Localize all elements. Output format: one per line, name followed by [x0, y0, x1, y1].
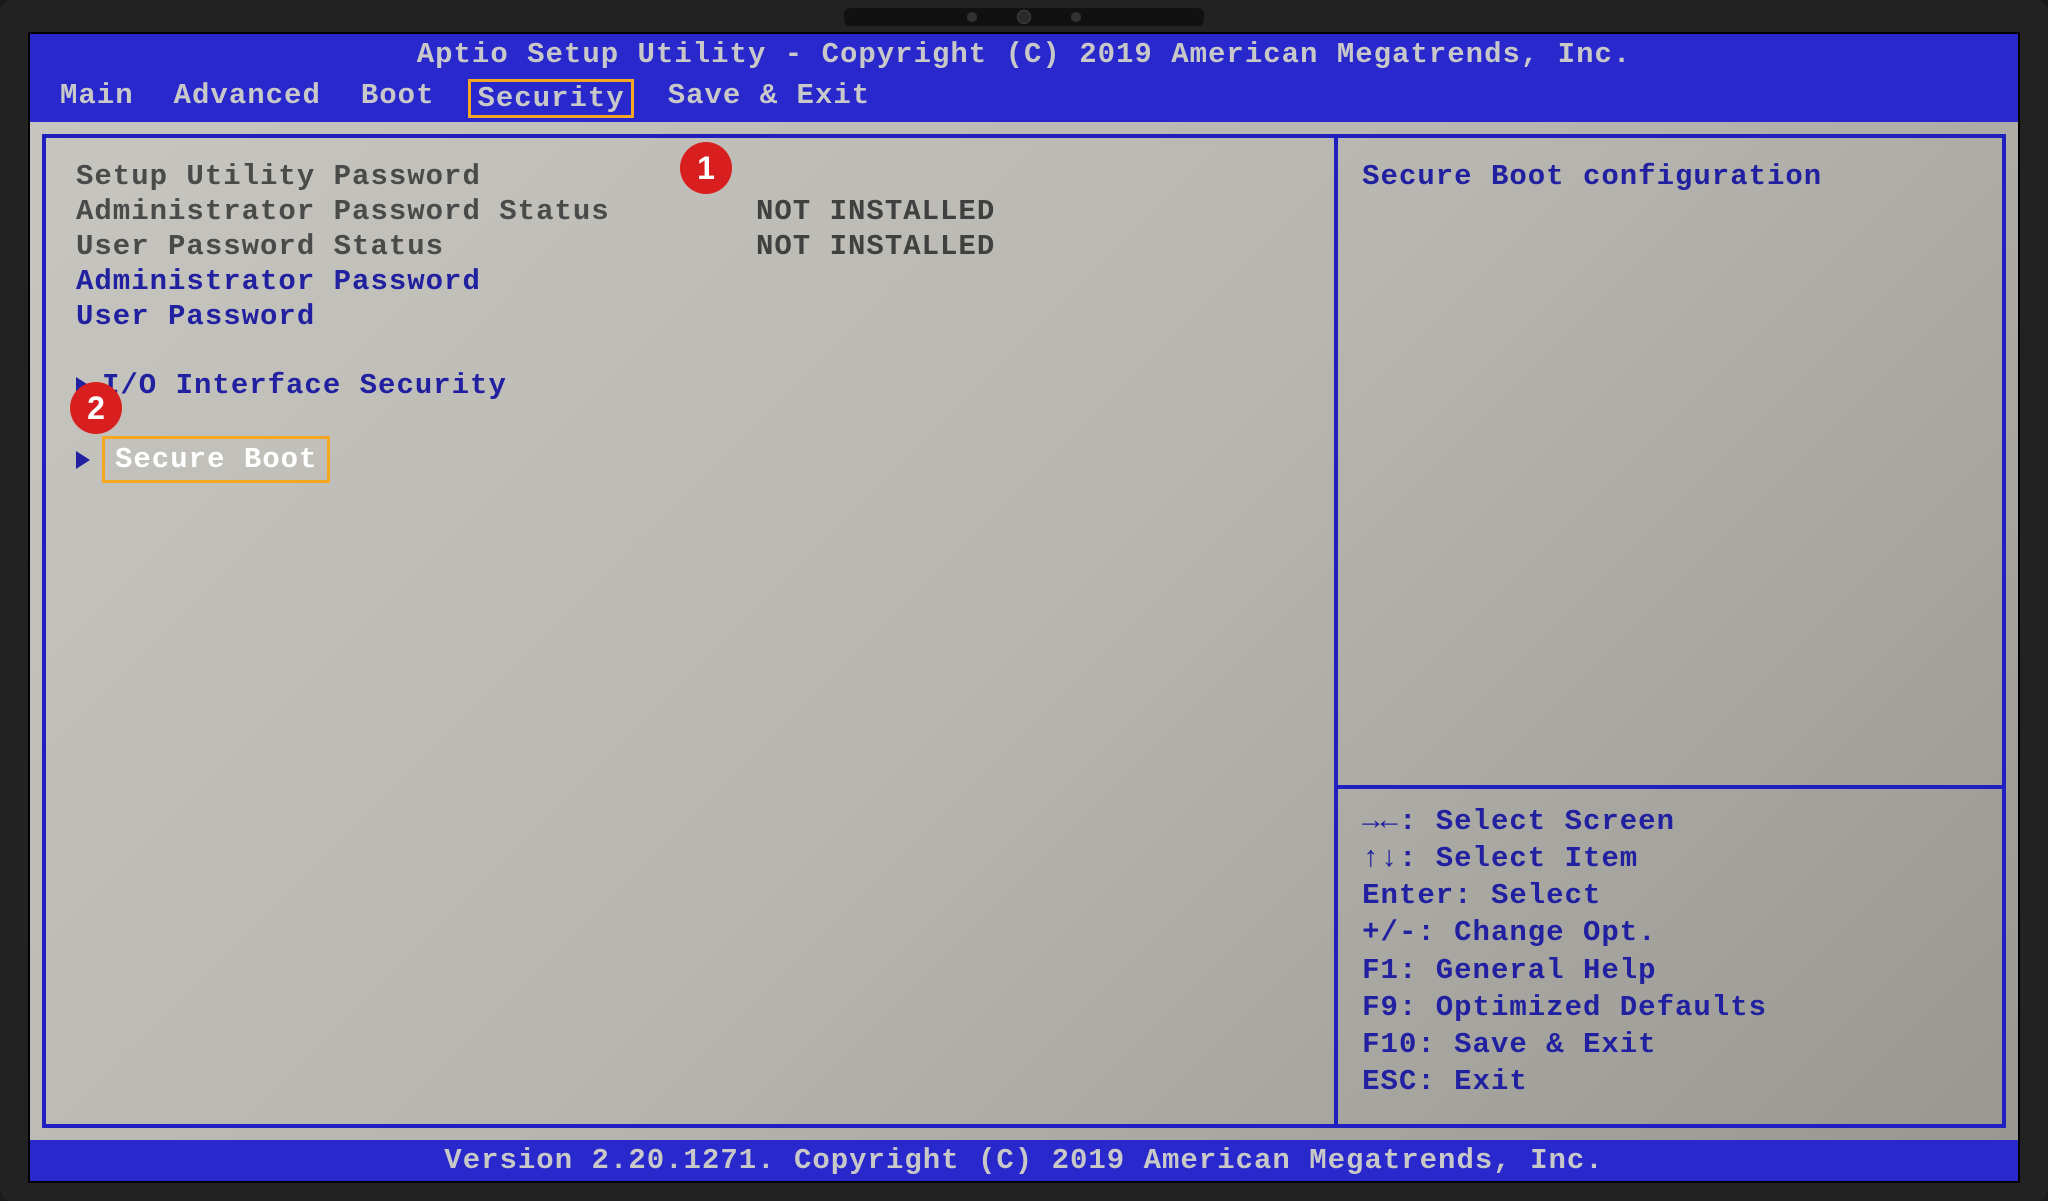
key-f10: F10: Save & Exit: [1362, 1026, 1978, 1063]
tab-security[interactable]: Security: [468, 79, 633, 118]
key-f1: F1: General Help: [1362, 952, 1978, 989]
key-select-item: ↑↓: Select Item: [1362, 840, 1978, 877]
admin-password-item[interactable]: Administrator Password: [76, 265, 756, 298]
tab-advanced[interactable]: Advanced: [168, 79, 327, 118]
key-esc: ESC: Exit: [1362, 1063, 1978, 1100]
io-interface-security-item[interactable]: I/O Interface Security: [76, 369, 1304, 402]
footer-version: Version 2.20.1271. Copyright (C) 2019 Am…: [30, 1140, 2018, 1181]
io-security-label: I/O Interface Security: [102, 369, 507, 402]
user-pw-status-value: NOT INSTALLED: [756, 230, 995, 263]
webcam-bar: [844, 8, 1204, 26]
tab-boot[interactable]: Boot: [355, 79, 441, 118]
webcam-icon: [1017, 10, 1031, 24]
key-select-screen: →←: Select Screen: [1362, 803, 1978, 840]
content-frame: Setup Utility Password Administrator Pas…: [42, 134, 2006, 1128]
admin-pw-status-value: NOT INSTALLED: [756, 195, 995, 228]
help-text: Secure Boot configuration: [1338, 138, 2002, 785]
annotation-callout-2: 2: [70, 382, 122, 434]
submenu-triangle-icon: [76, 451, 90, 469]
key-f9: F9: Optimized Defaults: [1362, 989, 1978, 1026]
tab-save-exit[interactable]: Save & Exit: [662, 79, 876, 118]
side-panel: Secure Boot configuration →←: Select Scr…: [1334, 138, 2002, 1124]
section-title: Setup Utility Password: [76, 160, 756, 193]
sensor-dot-icon: [967, 12, 977, 22]
main-panel: Setup Utility Password Administrator Pas…: [46, 138, 1334, 1124]
key-enter: Enter: Select: [1362, 877, 1978, 914]
laptop-frame: Aptio Setup Utility - Copyright (C) 2019…: [0, 0, 2048, 1201]
user-pw-status-label: User Password Status: [76, 230, 756, 263]
menu-bar: Main Advanced Boot Security Save & Exit: [30, 75, 2018, 122]
key-help: →←: Select Screen ↑↓: Select Item Enter:…: [1338, 785, 2002, 1124]
secure-boot-item[interactable]: Secure Boot: [76, 436, 1304, 483]
key-change-opt: +/-: Change Opt.: [1362, 914, 1978, 951]
annotation-callout-1: 1: [680, 142, 732, 194]
admin-pw-status-label: Administrator Password Status: [76, 195, 756, 228]
header-title: Aptio Setup Utility - Copyright (C) 2019…: [30, 34, 2018, 75]
bios-screen: Aptio Setup Utility - Copyright (C) 2019…: [28, 32, 2020, 1183]
sensor-dot-icon: [1071, 12, 1081, 22]
secure-boot-label: Secure Boot: [102, 436, 330, 483]
tab-main[interactable]: Main: [54, 79, 140, 118]
user-password-item[interactable]: User Password: [76, 300, 756, 333]
